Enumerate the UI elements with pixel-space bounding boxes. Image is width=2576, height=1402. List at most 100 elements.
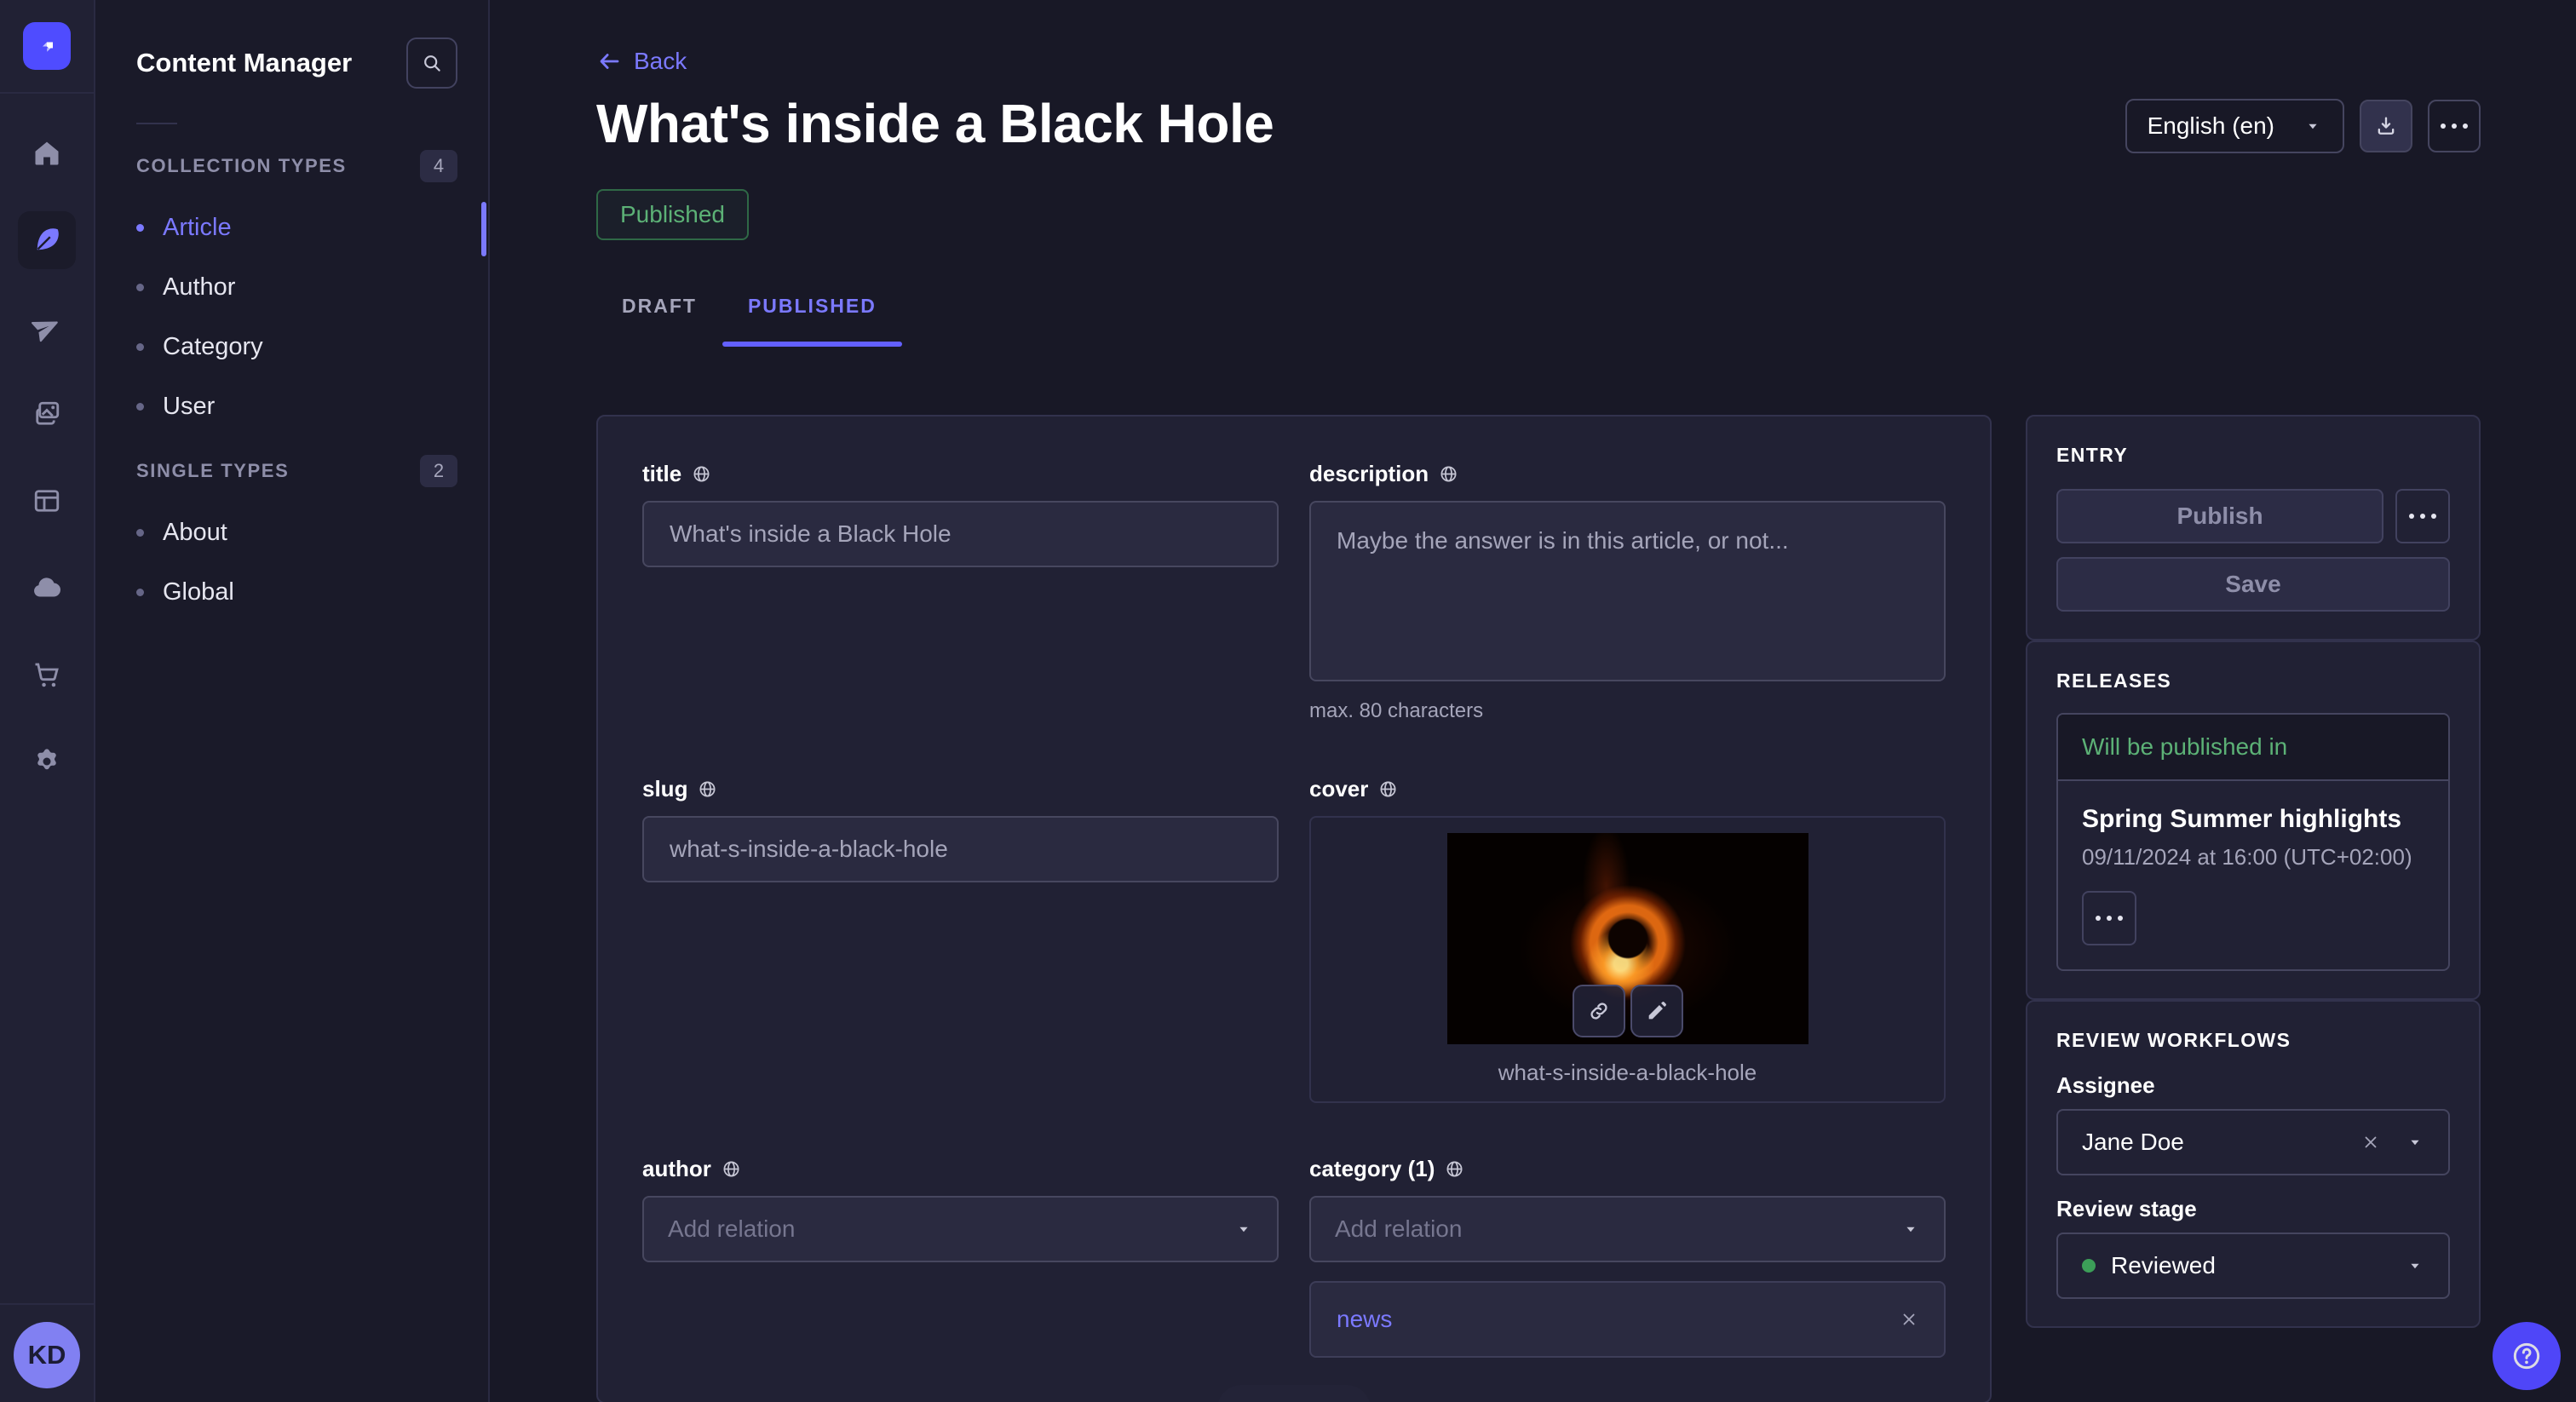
status-badge: Published [596,189,749,240]
field-title: title [642,461,1279,567]
category-relation-select[interactable]: Add relation [1309,1196,1946,1262]
cover-asset-card: what-s-inside-a-black-hole [1309,816,1946,1103]
release-name: Spring Summer highlights [2082,805,2424,834]
author-relation-select[interactable]: Add relation [642,1196,1279,1262]
chevron-down-icon [1234,1220,1253,1238]
subnav-item-label: User [163,393,215,421]
app-root: KD Content Manager COLLECTION TYPES 4 Ar… [0,0,2576,1402]
bullet-icon [136,343,144,351]
field-label-cover: cover [1309,776,1368,802]
chevron-down-icon [2303,117,2322,135]
subnav-item-user[interactable]: User [136,376,457,436]
subnav-item-global[interactable]: Global [136,562,457,622]
slug-input[interactable] [642,816,1279,882]
scrollbar-thumb[interactable] [481,202,486,256]
pencil-icon [1645,999,1669,1023]
ellipsis-icon [2096,916,2123,921]
globe-icon [722,1159,741,1179]
clear-assignee-icon[interactable] [2361,1133,2380,1152]
subnav-item-label: Global [163,578,234,606]
review-workflows-panel: REVIEW WORKFLOWS Assignee Jane Doe Revie… [2026,1000,2481,1328]
subnav-item-article[interactable]: Article [136,198,457,257]
strapi-logo[interactable] [23,22,71,70]
review-stage-label: Review stage [2056,1196,2450,1222]
title-input[interactable] [642,501,1279,567]
subnav-item-author[interactable]: Author [136,257,457,317]
relation-link[interactable]: news [1337,1306,1392,1333]
subnav-item-about[interactable]: About [136,503,457,562]
entry-panel: ENTRY Publish Save [2026,415,2481,641]
tab-published[interactable]: PUBLISHED [722,290,902,347]
marketplace-cart-icon[interactable] [18,646,76,704]
field-author: author Add relation [642,1156,1279,1262]
tab-draft[interactable]: DRAFT [596,290,722,347]
icon-stack [0,94,94,790]
field-label-slug: slug [642,776,687,802]
chevron-down-icon [2406,1133,2424,1152]
remove-relation-icon[interactable] [1900,1310,1918,1329]
field-slug: slug [642,776,1279,882]
relation-placeholder: Add relation [668,1215,795,1243]
copy-link-button[interactable] [1573,985,1625,1037]
chevron-down-icon [2406,1256,2424,1275]
search-icon [421,52,443,74]
description-hint: max. 80 characters [1309,699,1946,723]
cover-image[interactable] [1447,833,1808,1044]
back-link[interactable]: Back [596,48,2481,75]
globe-icon [1378,779,1398,799]
field-category: category (1) Add relation news [1309,1156,1946,1358]
relation-placeholder: Add relation [1335,1215,1462,1243]
review-stage-select[interactable]: Reviewed [2056,1232,2450,1299]
search-button[interactable] [406,37,457,89]
bullet-icon [136,529,144,537]
scroll-peek-button[interactable] [1217,1385,1371,1402]
content-manager-subnav: Content Manager COLLECTION TYPES 4 Artic… [95,0,490,1402]
download-button[interactable] [2360,100,2412,152]
entry-title: What's inside a Black Hole [596,92,1274,155]
divider [136,123,177,124]
link-icon [1587,999,1611,1023]
media-library-icon[interactable] [18,385,76,443]
subnav-item-label: About [163,519,227,547]
download-icon [2374,114,2398,138]
sidebar-footer: KD [0,1303,94,1402]
assignee-combobox[interactable]: Jane Doe [2056,1109,2450,1175]
locale-value: English (en) [2148,112,2274,140]
description-textarea[interactable]: Maybe the answer is in this article, or … [1309,501,1946,681]
more-options-button[interactable] [2428,100,2481,152]
field-description: description Maybe the answer is in this … [1309,461,1946,723]
globe-icon [1445,1159,1464,1179]
ellipsis-icon [2409,514,2436,519]
settings-gear-icon[interactable] [18,733,76,790]
chevron-down-icon [1901,1220,1920,1238]
release-card: Will be published in Spring Summer highl… [2056,713,2450,971]
collection-types-section: COLLECTION TYPES 4 Article Author Catego… [136,150,457,436]
field-label-category: category (1) [1309,1156,1435,1182]
help-button[interactable] [2493,1322,2561,1390]
content-manager-feather-icon[interactable] [18,211,76,269]
field-label-description: description [1309,461,1429,487]
user-avatar[interactable]: KD [14,1322,80,1388]
entry-form-card: title description Maybe the answer is in… [596,415,1992,1402]
edit-asset-button[interactable] [1630,985,1683,1037]
deploy-cloud-icon[interactable] [18,559,76,617]
logo-area [0,0,94,94]
subnav-item-label: Category [163,333,263,361]
publish-button[interactable]: Publish [2056,489,2383,543]
release-more-button[interactable] [2082,891,2136,945]
subnav-item-label: Author [163,273,235,302]
globe-icon [692,464,711,484]
entry-more-button[interactable] [2395,489,2450,543]
field-label-author: author [642,1156,711,1182]
question-mark-icon [2510,1339,2544,1373]
release-date: 09/11/2024 at 16:00 (UTC+02:00) [2082,844,2424,871]
home-icon[interactable] [18,124,76,182]
stage-status-dot [2082,1259,2096,1273]
globe-icon [1439,464,1458,484]
save-button[interactable]: Save [2056,557,2450,612]
content-type-builder-icon[interactable] [18,472,76,530]
releases-panel: RELEASES Will be published in Spring Sum… [2026,641,2481,1000]
subnav-item-category[interactable]: Category [136,317,457,376]
locale-select[interactable]: English (en) [2125,99,2344,153]
releases-plane-icon[interactable] [18,298,76,356]
